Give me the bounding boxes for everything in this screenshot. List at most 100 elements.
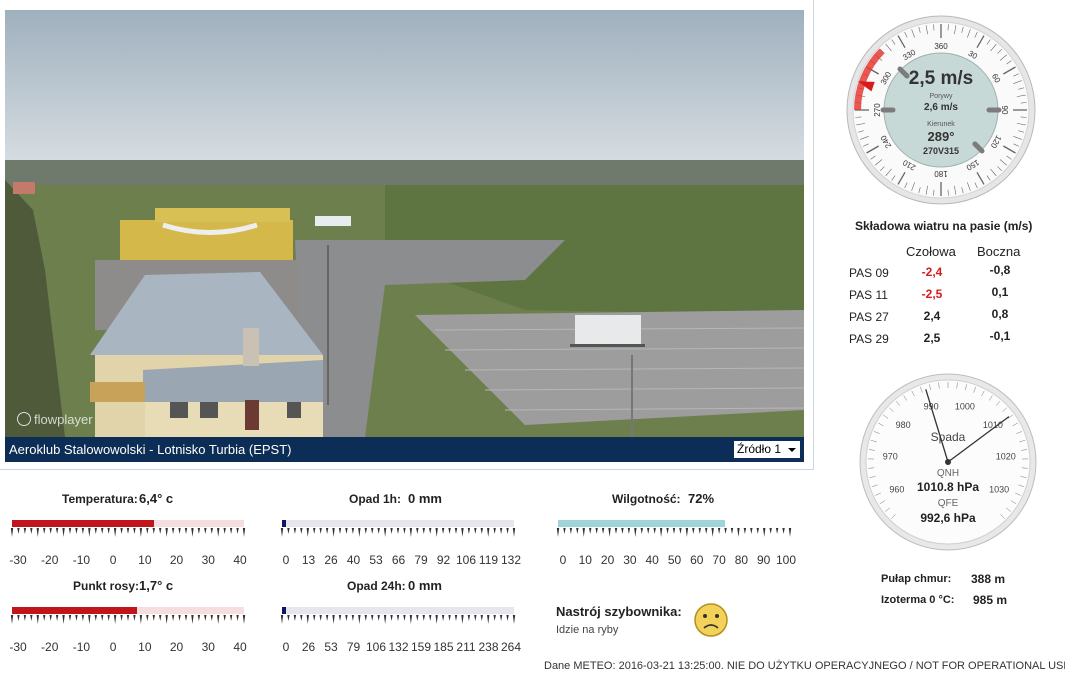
- cloud-base-label: Pułap chmur:: [881, 573, 952, 585]
- barometer: 9609709809901000101010201030 Spada QNH 1…: [859, 373, 1037, 551]
- crosswind-value: -0,8: [989, 263, 1011, 277]
- flowplayer-watermark: flowplayer: [17, 412, 93, 427]
- barometer-label: 980: [896, 420, 911, 430]
- rain-24h-value: 0 mm: [408, 578, 442, 593]
- compass-label: 360: [934, 42, 948, 51]
- cloud-base-value: 388 m: [971, 572, 1006, 586]
- runway-label: PAS 27: [849, 310, 889, 324]
- webcam-video[interactable]: flowplayer: [5, 10, 804, 437]
- scale-label: -20: [41, 640, 59, 654]
- col-crosswind: Boczna: [977, 244, 1021, 259]
- rain-24h-label: Opad 24h:: [347, 579, 406, 593]
- rain-24h-bar: [282, 607, 514, 614]
- barometer-label: 1000: [955, 401, 975, 411]
- scale-label: 79: [414, 553, 428, 567]
- scale-label: 40: [645, 553, 659, 567]
- rain-1h-value: 0 mm: [408, 491, 442, 506]
- pressure-trend: Spada: [931, 430, 966, 444]
- dewpoint-bar: [12, 607, 244, 614]
- scale-label: 20: [600, 553, 615, 567]
- scale-label: -10: [72, 553, 91, 567]
- scale-label: 66: [391, 553, 406, 567]
- qnh-value: 1010.8 hPa: [917, 480, 979, 494]
- scale-label: -30: [9, 553, 27, 567]
- qfe-label: QFE: [938, 498, 959, 509]
- scale-label: 238: [478, 640, 499, 654]
- scale-label: 30: [623, 553, 637, 567]
- scale-label: 132: [500, 553, 522, 567]
- scale-label: 40: [346, 553, 361, 567]
- scale-label: 30: [201, 553, 215, 567]
- headwind-value: 2,5: [923, 331, 941, 345]
- humidity-bar: [558, 520, 790, 527]
- gust-value: 2,6 m/s: [924, 102, 958, 113]
- barometer-label: 1020: [996, 451, 1016, 461]
- wind-compass: 360306090120150180210240270300330 2,5 m/…: [846, 15, 1036, 205]
- scale-label: 106: [455, 553, 477, 567]
- scale-label: 40: [233, 553, 247, 567]
- scale-label: 79: [346, 640, 361, 654]
- crosswind-value: -0,1: [989, 329, 1011, 343]
- scale-label: 80: [734, 553, 749, 567]
- runway-label: PAS 09: [849, 266, 889, 280]
- qfe-value: 992,6 hPa: [920, 511, 976, 525]
- temperature-bar-fill: [12, 520, 154, 527]
- humidity-label: Wilgotność:: [612, 492, 681, 506]
- crosswind-value: 0,1: [991, 285, 1009, 299]
- dewpoint-ticks: [10, 615, 246, 624]
- scale-label: 264: [500, 640, 522, 654]
- scale-label: 70: [712, 553, 726, 567]
- scale-label: 50: [667, 553, 682, 567]
- scale-label: 119: [478, 553, 499, 567]
- scale-label: 0: [559, 553, 567, 567]
- scale-label: 0: [282, 553, 290, 567]
- scale-label: 53: [369, 553, 383, 567]
- dewpoint-label: Punkt rosy:: [73, 579, 140, 593]
- scale-label: 211: [456, 640, 476, 654]
- footer-disclaimer: Dane METEO: 2016-03-21 13:25:00. NIE DO …: [544, 660, 1065, 672]
- source-select-value: Źródło 1: [737, 442, 782, 456]
- rain-24h-bar-fill: [282, 607, 286, 614]
- scale-label: 0: [109, 640, 117, 654]
- scale-label: 10: [138, 553, 152, 567]
- sad-face-icon: [694, 603, 728, 637]
- scale-label: 20: [169, 553, 184, 567]
- humidity-bar-fill: [558, 520, 726, 527]
- gust-label: Porywy: [930, 93, 953, 100]
- temperature-ticks: [10, 528, 246, 537]
- compass-label: 180: [934, 169, 948, 178]
- scale-label: 40: [233, 640, 247, 654]
- qnh-label: QNH: [937, 468, 959, 479]
- mood-text: Idzie na ryby: [556, 624, 619, 636]
- barometer-label: 970: [883, 451, 898, 461]
- video-caption: Aeroklub Stalowowolski - Lotnisko Turbia…: [9, 442, 292, 457]
- dewpoint-bar-fill: [12, 607, 138, 614]
- scale-label: 132: [388, 640, 409, 654]
- scale-label: 10: [578, 553, 592, 567]
- scale-label: 53: [324, 640, 338, 654]
- temperature-label: Temperatura:: [62, 492, 138, 506]
- rain-24h-ticks: [280, 615, 516, 624]
- runway-label: PAS 29: [849, 332, 889, 346]
- scale-label: -20: [41, 553, 59, 567]
- scale-label: 90: [757, 553, 771, 567]
- headwind-value: 2,4: [923, 309, 941, 323]
- humidity-ticks: [556, 528, 792, 537]
- temperature-value: 6,4° c: [139, 491, 174, 506]
- source-select[interactable]: Źródło 1: [734, 441, 800, 458]
- crosswind-value: 0,8: [991, 307, 1009, 321]
- scale-label: 106: [365, 640, 387, 654]
- scale-label: 185: [433, 640, 454, 654]
- headwind-value: -2,4: [921, 265, 943, 279]
- scale-label: 20: [169, 640, 184, 654]
- scale-label: -10: [72, 640, 91, 654]
- direction-label: Kierunek: [927, 121, 955, 128]
- scale-label: 100: [775, 553, 797, 567]
- dewpoint-value: 1,7° c: [139, 578, 174, 593]
- scale-label: 26: [324, 553, 338, 567]
- freezing-level-value: 985 m: [973, 593, 1008, 607]
- play-icon[interactable]: [17, 412, 31, 426]
- headwind-value: -2,5: [921, 287, 943, 301]
- scale-label: 26: [301, 640, 316, 654]
- temperature-bar: [12, 520, 244, 527]
